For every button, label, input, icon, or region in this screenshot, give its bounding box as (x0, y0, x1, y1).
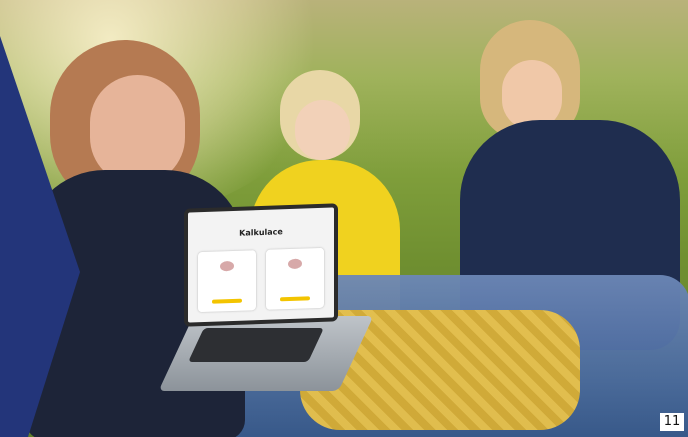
screen-title: Kalkulace (239, 227, 283, 238)
card-button (212, 298, 242, 304)
photo-scene: Kalkulace 11 (0, 0, 688, 437)
page-number: 11 (660, 413, 684, 431)
screen-card-right (266, 247, 324, 310)
card-button (280, 296, 310, 302)
laptop-screen: Kalkulace (184, 203, 338, 327)
laptop-keyboard (188, 328, 324, 362)
card-illustration-icon (288, 258, 302, 270)
ribbon-polygon (0, 36, 80, 437)
left-ribbon-shape (0, 36, 80, 437)
screen-card-left (198, 250, 256, 313)
card-illustration-icon (220, 260, 234, 272)
